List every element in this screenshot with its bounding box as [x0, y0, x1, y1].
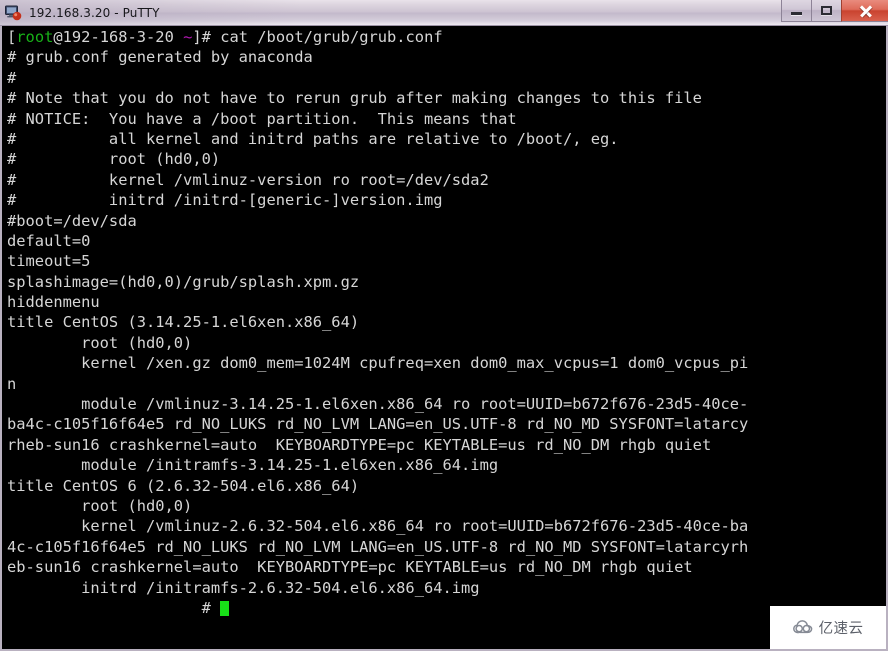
terminal-output-line: kernel /xen.gz dom0_mem=1024M cpufreq=xe… — [7, 354, 749, 373]
close-icon — [859, 4, 872, 17]
terminal-output-line: # all kernel and initrd paths are relati… — [7, 129, 619, 148]
terminal-output-line: ba4c-c105f16f64e5 rd_NO_LUKS rd_NO_LVM L… — [7, 415, 749, 434]
terminal-prompt-line: [root@192-168-3-20 ~]# cat /boot/grub/gr… — [4, 27, 886, 47]
watermark: 亿速云 — [770, 606, 886, 649]
terminal-output-line: module /vmlinuz-3.14.25-1.el6xen.x86_64 … — [7, 395, 749, 414]
maximize-button[interactable] — [811, 0, 841, 22]
putty-window: 192.168.3.20 - PuTTY [root@192-168-3-20 … — [0, 0, 888, 651]
terminal-output-line: # kernel /vmlinuz-version ro root=/dev/s… — [7, 170, 489, 189]
terminal-frame: [root@192-168-3-20 ~]# cat /boot/grub/gr… — [0, 26, 888, 651]
window-title-text: 192.168.3.20 - PuTTY — [29, 5, 160, 20]
terminal-output-line: root (hd0,0) — [7, 496, 193, 515]
terminal-output-line: title CentOS (3.14.25-1.el6xen.x86_64) — [7, 313, 360, 332]
terminal-output-line: initrd /initramfs-2.6.32-504.el6.x86_64.… — [7, 578, 480, 597]
terminal-output-line: # NOTICE: You have a /boot partition. Th… — [7, 109, 517, 128]
terminal-screen[interactable]: [root@192-168-3-20 ~]# cat /boot/grub/gr… — [4, 26, 886, 649]
putty-computer-icon — [5, 5, 22, 21]
terminal-output-line: default=0 — [7, 231, 91, 250]
terminal-output-line: kernel /vmlinuz-2.6.32-504.el6.x86_64 ro… — [7, 517, 749, 536]
terminal-output-line: # Note that you do not have to rerun gru… — [7, 89, 702, 108]
minimize-icon — [791, 12, 802, 15]
terminal-output: # grub.conf generated by anaconda # # Note… — [4, 47, 886, 598]
terminal-output-line: rheb-sun16 crashkernel=auto KEYBOARDTYPE… — [7, 435, 712, 454]
terminal-output-line: # initrd /initrd-[generic-]version.img — [7, 191, 443, 210]
terminal-output-line: splashimage=(hd0,0)/grub/splash.xpm.gz — [7, 272, 360, 291]
minimize-button[interactable] — [781, 0, 811, 22]
prompt-host: 192-168-3-20 — [62, 28, 174, 46]
prompt-cwd: ~ — [183, 28, 193, 46]
terminal-output-line: hiddenmenu — [7, 293, 100, 312]
prompt-user: root — [16, 28, 54, 46]
cloud-swirl-icon — [792, 620, 815, 635]
terminal-output-line: # grub.conf generated by anaconda — [7, 48, 313, 67]
prompt-close-bracket: ]# — [192, 28, 221, 46]
prompt-command: cat /boot/grub/grub.conf — [220, 28, 443, 46]
terminal-output-line: #boot=/dev/sda — [7, 211, 137, 230]
terminal-output-line: # — [7, 68, 17, 87]
terminal-cursor — [220, 600, 230, 616]
terminal-output-line: title CentOS 6 (2.6.32-504.el6.x86_64) — [7, 476, 360, 495]
terminal-output-line: n — [7, 374, 17, 393]
terminal-output-line: eb-sun16 crashkernel=auto KEYBOARDTYPE=p… — [7, 558, 693, 577]
watermark-text: 亿速云 — [818, 621, 864, 637]
window-title-bar[interactable]: 192.168.3.20 - PuTTY — [0, 0, 888, 26]
terminal-output-line: # root (hd0,0) — [7, 150, 221, 169]
next-prompt-prefix: # — [7, 598, 221, 617]
terminal-output-line: root (hd0,0) — [7, 333, 193, 352]
terminal-output-line: module /initramfs-3.14.25-1.el6xen.x86_6… — [7, 456, 499, 475]
prompt-open-bracket: [ — [7, 28, 17, 46]
terminal-next-prompt-line: # — [4, 598, 886, 618]
close-button[interactable] — [841, 0, 888, 22]
terminal-output-line: timeout=5 — [7, 252, 91, 271]
prompt-at: @ — [53, 28, 63, 46]
window-controls — [781, 0, 888, 22]
maximize-icon — [821, 6, 832, 15]
terminal-output-line: 4c-c105f16f64e5 rd_NO_LUKS rd_NO_LVM LAN… — [7, 537, 749, 556]
